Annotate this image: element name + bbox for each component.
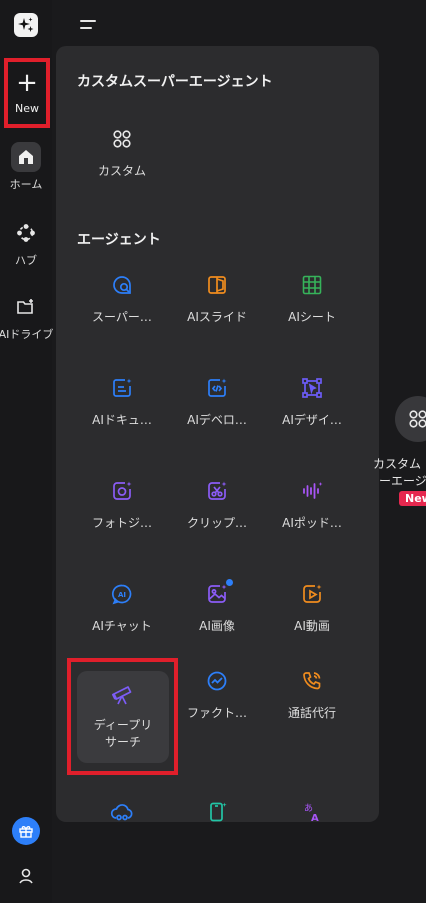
user-icon[interactable] bbox=[14, 864, 38, 888]
ai-chat-icon: AI bbox=[110, 582, 134, 606]
agents-section-title: エージェント bbox=[77, 232, 161, 248]
agent-tile-photo[interactable]: フォトジ… bbox=[76, 459, 168, 551]
cloud-icon bbox=[110, 800, 134, 822]
tile-label: AIドキュ… bbox=[92, 412, 152, 427]
code-sparkle-icon bbox=[205, 376, 229, 400]
sheet-icon bbox=[300, 273, 324, 297]
agent-tile-cloud[interactable] bbox=[76, 772, 168, 822]
tile-label: スーパー… bbox=[92, 309, 152, 324]
camera-sparkle-icon bbox=[110, 479, 134, 503]
agent-tile-ai-sheets[interactable]: AIシート bbox=[266, 253, 358, 345]
tile-label: カスタム bbox=[97, 163, 146, 178]
slides-icon bbox=[205, 273, 229, 297]
phone-call-icon bbox=[300, 669, 324, 693]
agent-tile-call-agent[interactable]: 通話代行 bbox=[266, 649, 358, 741]
app-logo[interactable] bbox=[14, 13, 38, 37]
gift-icon[interactable] bbox=[12, 817, 40, 845]
tile-label: AIチャット bbox=[92, 618, 152, 633]
fact-check-icon bbox=[205, 669, 229, 693]
tile-label: 通話代行 bbox=[287, 705, 336, 720]
agent-tile-translate[interactable]: あA bbox=[266, 772, 358, 822]
agent-tile-fact-check[interactable]: ファクト… bbox=[171, 649, 263, 741]
home-icon bbox=[11, 142, 41, 172]
tile-label: クリップ… bbox=[186, 515, 247, 530]
new-badge: New bbox=[399, 491, 426, 506]
chat-search-icon bbox=[110, 273, 134, 297]
audio-wave-icon bbox=[300, 479, 324, 503]
doc-sparkle-icon bbox=[110, 376, 134, 400]
tile-label: ファクト… bbox=[186, 705, 247, 720]
sidebar-item-ai-drive[interactable]: AIドライブ bbox=[0, 292, 54, 342]
svg-text:AI: AI bbox=[118, 591, 126, 599]
tile-label: AIシート bbox=[288, 309, 336, 324]
tile-label: AI画像 bbox=[199, 618, 235, 633]
tile-label: AIポッド… bbox=[282, 515, 342, 530]
menu-toggle-icon[interactable] bbox=[80, 18, 100, 32]
agent-tile-ai-slides[interactable]: AIスライド bbox=[171, 253, 263, 345]
phone-sparkle-icon bbox=[205, 800, 229, 822]
highlight-box bbox=[67, 658, 178, 775]
grid-circles-icon bbox=[395, 396, 426, 442]
agent-tile-ai-chat[interactable]: AI AIチャット bbox=[76, 562, 168, 654]
tile-label: AIデベロ… bbox=[187, 412, 247, 427]
card-title: カスタム bbox=[373, 457, 422, 471]
agent-tile-ai-docs[interactable]: AIドキュ… bbox=[76, 356, 168, 448]
video-sparkle-icon bbox=[300, 582, 324, 606]
custom-agent-tile[interactable]: カスタム bbox=[76, 107, 168, 199]
tile-label: フォトジ… bbox=[91, 515, 152, 530]
design-icon bbox=[300, 376, 324, 400]
folder-plus-icon bbox=[11, 292, 41, 322]
translate-icon: あA bbox=[300, 800, 324, 822]
agent-tile-ai-video[interactable]: AI動画 bbox=[266, 562, 358, 654]
sidebar-item-label: AIドライブ bbox=[0, 328, 54, 341]
agent-tile-ai-image[interactable]: AI画像 bbox=[171, 562, 263, 654]
agent-tile-phone-sparkle[interactable] bbox=[171, 772, 263, 822]
notification-dot bbox=[226, 578, 233, 586]
grid-circles-icon bbox=[110, 127, 134, 151]
plus-icon: + bbox=[16, 67, 38, 98]
card-subtitle: ーエージ bbox=[379, 474, 426, 488]
sidebar-item-label: ホーム bbox=[9, 178, 43, 191]
clip-icon bbox=[205, 479, 229, 503]
agent-tile-ai-designer[interactable]: AIデザイ… bbox=[266, 356, 358, 448]
svg-text:A: A bbox=[311, 813, 319, 822]
new-label: New bbox=[15, 101, 39, 115]
hub-icon bbox=[11, 218, 41, 248]
sidebar: + New ホーム ハブ AIドライブ bbox=[0, 0, 54, 903]
tile-label: AIスライド bbox=[187, 309, 247, 324]
agent-tile-super[interactable]: スーパー… bbox=[76, 253, 168, 345]
agents-menu-panel: カスタムスーパーエージェント カスタム エージェント スーパー… AIスライド … bbox=[56, 46, 379, 822]
custom-agent-card[interactable]: カスタム ーエージ New bbox=[371, 392, 426, 512]
tile-label: AIデザイ… bbox=[282, 412, 342, 427]
agent-tile-ai-developer[interactable]: AIデベロ… bbox=[171, 356, 263, 448]
tile-label: AI動画 bbox=[294, 618, 330, 633]
image-sparkle-icon bbox=[205, 578, 233, 606]
agent-tile-ai-podcast[interactable]: AIポッド… bbox=[266, 459, 358, 551]
sidebar-item-hub[interactable]: ハブ bbox=[0, 218, 52, 268]
custom-section-title: カスタムスーパーエージェント bbox=[77, 74, 273, 90]
sidebar-item-label: ハブ bbox=[15, 254, 37, 267]
new-button[interactable]: + New bbox=[4, 58, 50, 128]
sidebar-item-home[interactable]: ホーム bbox=[0, 142, 52, 192]
agent-tile-clip[interactable]: クリップ… bbox=[171, 459, 263, 551]
